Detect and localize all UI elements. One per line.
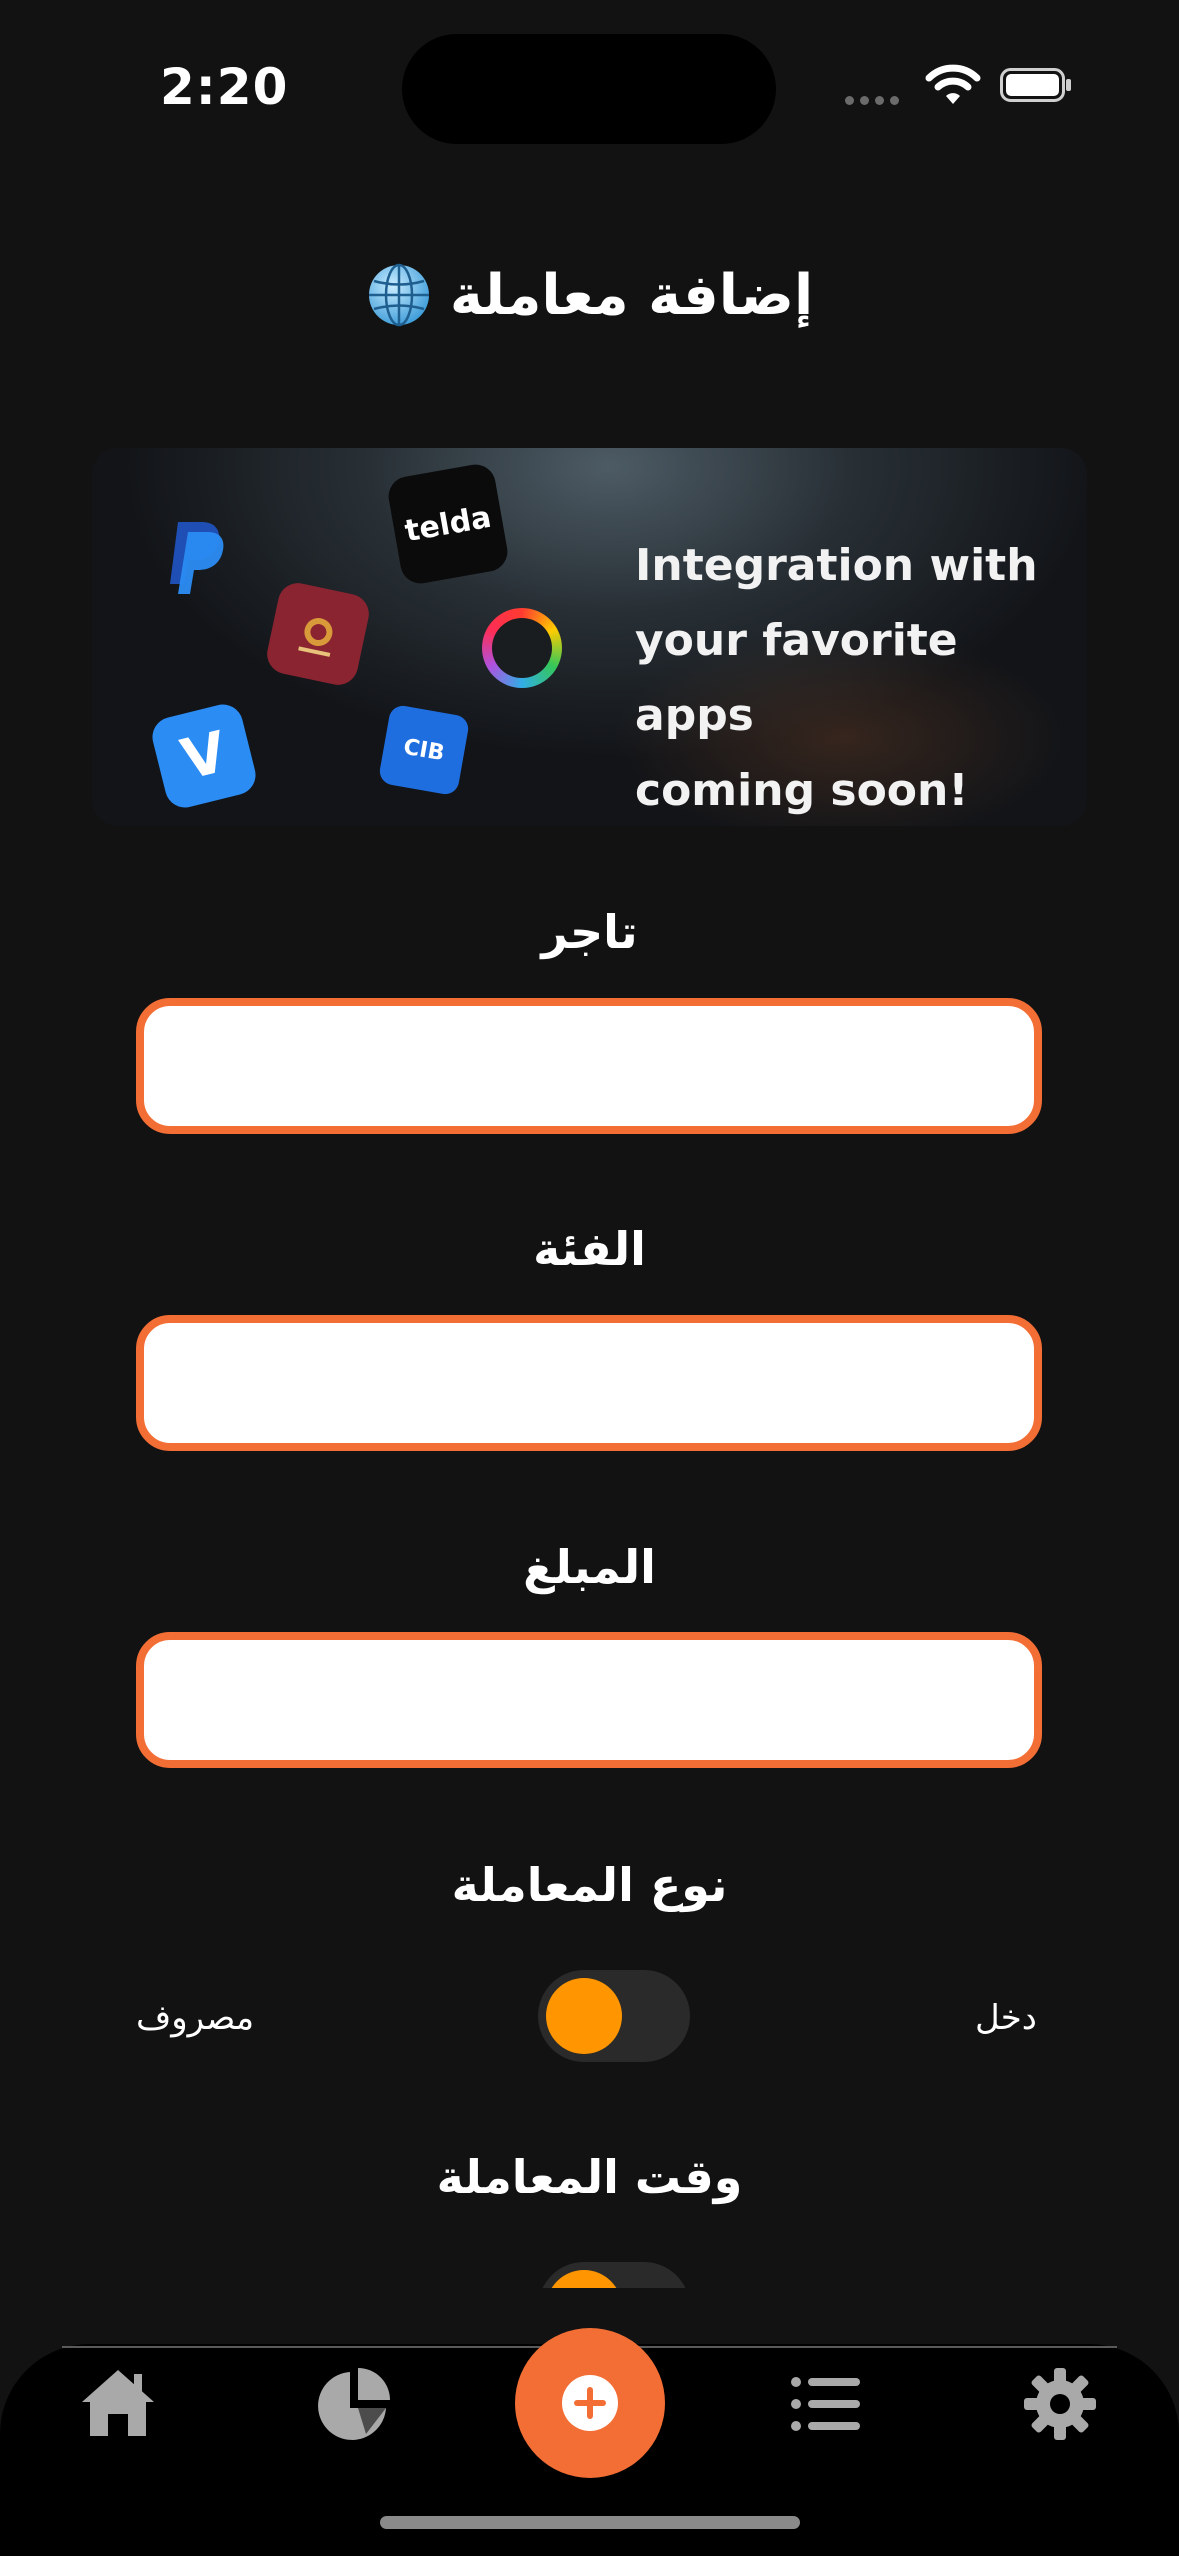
amount-field-wrapper	[136, 1632, 1042, 1768]
add-transaction-button[interactable]	[515, 2328, 665, 2478]
add-icon	[562, 2375, 618, 2431]
globe-icon	[368, 263, 429, 327]
banque-misr-logo	[263, 579, 373, 689]
paypal-logo	[170, 522, 224, 594]
transaction-time-label: وقت المعاملة	[436, 2150, 743, 2204]
category-label: الفئة	[533, 1222, 646, 1276]
merchant-field-wrapper	[136, 998, 1042, 1134]
transaction-time-toggle-clip	[538, 2262, 690, 2288]
banner-text: Integration with your favorite apps comi…	[635, 528, 1075, 826]
transaction-type-toggle[interactable]	[538, 1970, 690, 2062]
banner-line-1: Integration with	[635, 540, 1038, 591]
toggle-knob	[546, 2270, 622, 2288]
wifi-icon	[925, 64, 981, 104]
cib-logo: CIB	[377, 703, 471, 797]
integrations-banner[interactable]: telda V CIB Integration with your favori…	[92, 448, 1087, 826]
dynamic-island	[402, 34, 776, 144]
telda-logo: telda	[385, 461, 511, 587]
gear-icon[interactable]	[1020, 2364, 1100, 2444]
merchant-label: تاجر	[541, 905, 638, 959]
toggle-knob	[546, 1978, 622, 2054]
banner-line-2: your favorite apps	[635, 615, 958, 741]
list-icon[interactable]	[786, 2364, 866, 2444]
transaction-type-label: نوع المعاملة	[451, 1858, 728, 1912]
expense-option-label[interactable]: مصروف	[136, 1998, 254, 2038]
color-ring-logo	[482, 608, 562, 688]
home-icon[interactable]	[78, 2364, 158, 2444]
income-option-label[interactable]: دخل	[975, 1998, 1037, 2038]
pie-chart-icon[interactable]	[314, 2364, 394, 2444]
category-field-wrapper	[136, 1315, 1042, 1451]
status-time: 2:20	[160, 58, 289, 116]
venmo-logo: V	[148, 700, 260, 812]
battery-icon	[1000, 68, 1071, 102]
banner-line-3: coming soon!	[635, 765, 969, 816]
home-indicator	[380, 2516, 800, 2529]
amount-label: المبلغ	[523, 1540, 656, 1594]
signal-dots-icon	[845, 96, 899, 105]
transaction-time-toggle[interactable]	[538, 2262, 690, 2288]
category-input[interactable]	[144, 1323, 1034, 1443]
merchant-input[interactable]	[144, 1006, 1034, 1126]
page-header: إضافة معاملة	[0, 262, 1179, 328]
amount-input[interactable]	[144, 1640, 1034, 1760]
page-title: إضافة معاملة	[449, 262, 814, 328]
